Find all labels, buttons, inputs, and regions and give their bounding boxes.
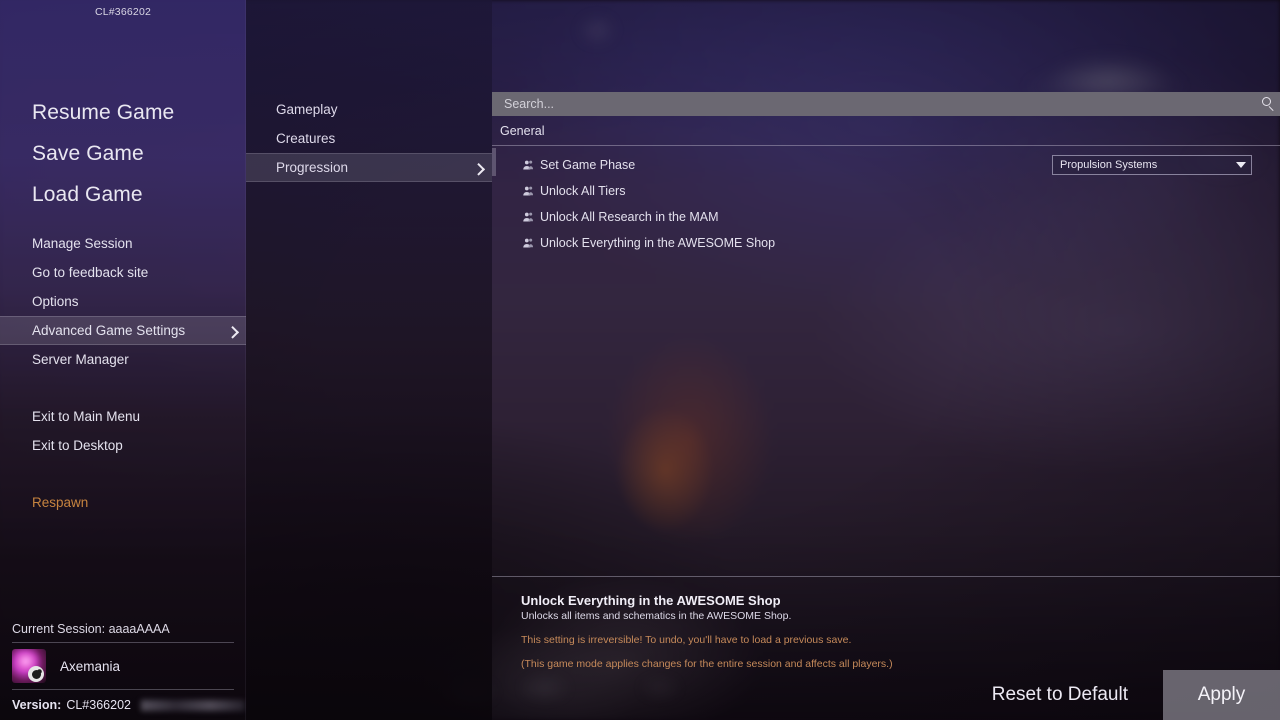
setting-description-panel: Unlock Everything in the AWESOME Shop Un… — [521, 593, 1261, 670]
resume-game-button[interactable]: Resume Game — [0, 92, 246, 133]
sidebar-item-label: Exit to Desktop — [32, 438, 123, 453]
sidebar-item-label: Exit to Main Menu — [32, 409, 141, 424]
description-subtitle: Unlocks all items and schematics in the … — [521, 610, 792, 622]
divider — [492, 145, 1280, 146]
description-title: Unlock Everything in the AWESOME Shop — [521, 593, 781, 608]
menu-spacer — [0, 474, 246, 488]
save-game-button[interactable]: Save Game — [0, 133, 246, 174]
description-warning: This setting is irreversible! To undo, y… — [521, 634, 852, 646]
advanced-game-settings-screen: CL#366202 Resume Game Save Game Load Gam… — [0, 0, 1280, 720]
version-row: Version: CL#366202 — [0, 690, 246, 720]
subnav-item-label: Creatures — [276, 131, 336, 146]
setting-label: Set Game Phase — [540, 158, 636, 172]
sidebar-item-advanced-game-settings[interactable]: Advanced Game Settings — [0, 316, 246, 345]
sidebar-item-respawn[interactable]: Respawn — [0, 488, 246, 517]
menu-spacer — [0, 388, 246, 402]
sidebar-item-server-manager[interactable]: Server Manager — [0, 345, 246, 374]
search-icon[interactable] — [1262, 97, 1271, 106]
setting-label: Unlock All Tiers — [540, 184, 626, 198]
subnav-item-label: Gameplay — [276, 102, 338, 117]
sidebar-item-label: Go to feedback site — [32, 265, 149, 280]
version-label: Version: — [12, 698, 62, 712]
version-value: CL#366202 — [66, 698, 131, 712]
pause-menu-sidebar: CL#366202 Resume Game Save Game Load Gam… — [0, 0, 246, 720]
version-extra-blurred-text — [140, 699, 245, 711]
sidebar-item-feedback-site[interactable]: Go to feedback site — [0, 258, 246, 287]
sidebar-item-label: Advanced Game Settings — [32, 323, 186, 338]
current-session-label: Current Session: aaaaAAAA — [12, 622, 170, 636]
primary-menu: Resume Game Save Game Load Game Manage S… — [0, 92, 246, 517]
search-placeholder: Search... — [504, 97, 555, 111]
chevron-right-icon — [226, 325, 240, 339]
sidebar-item-options[interactable]: Options — [0, 287, 246, 316]
search-input[interactable]: Search... — [492, 92, 1280, 116]
chevron-down-icon — [1236, 162, 1246, 168]
setting-row-unlock-all-research-mam[interactable]: Unlock All Research in the MAM — [492, 204, 1280, 230]
game-phase-dropdown[interactable]: Propulsion Systems — [1052, 155, 1252, 175]
chevron-right-icon — [472, 162, 486, 176]
reset-to-default-button[interactable]: Reset to Default — [992, 684, 1128, 706]
subnav-item-gameplay[interactable]: Gameplay — [246, 95, 492, 124]
setting-label: Unlock Everything in the AWESOME Shop — [540, 236, 776, 250]
sidebar-item-label: Server Manager — [32, 352, 129, 367]
subnav-item-label: Progression — [276, 160, 349, 175]
menu-spacer — [0, 215, 246, 229]
steam-icon — [28, 666, 44, 682]
settings-rows: Set Game Phase Propulsion Systems Unlock… — [492, 152, 1280, 256]
dropdown-selected-value: Propulsion Systems — [1060, 159, 1158, 171]
sidebar-item-label: Respawn — [32, 495, 89, 510]
load-game-button[interactable]: Load Game — [0, 174, 246, 215]
subnav-item-creatures[interactable]: Creatures — [246, 124, 492, 153]
multiplayer-icon — [523, 186, 534, 196]
build-id-label: CL#366202 — [94, 6, 152, 18]
sidebar-item-manage-session[interactable]: Manage Session — [0, 229, 246, 258]
player-name-label: Axemania — [60, 658, 121, 674]
player-row[interactable]: Axemania — [0, 643, 246, 689]
divider — [492, 576, 1280, 577]
multiplayer-icon — [523, 238, 534, 248]
sidebar-item-exit-to-main-menu[interactable]: Exit to Main Menu — [0, 402, 246, 431]
apply-button[interactable]: Apply — [1163, 670, 1280, 720]
sidebar-item-label: Options — [32, 294, 79, 309]
settings-category-nav: Gameplay Creatures Progression — [246, 0, 492, 720]
setting-row-unlock-awesome-shop[interactable]: Unlock Everything in the AWESOME Shop — [492, 230, 1280, 256]
setting-row-set-game-phase[interactable]: Set Game Phase Propulsion Systems — [492, 152, 1280, 178]
multiplayer-icon — [523, 212, 534, 222]
avatar — [12, 649, 46, 683]
subnav-item-progression[interactable]: Progression — [246, 153, 492, 182]
description-note: (This game mode applies changes for the … — [521, 658, 893, 670]
sidebar-item-label: Manage Session — [32, 236, 133, 251]
sidebar-item-exit-to-desktop[interactable]: Exit to Desktop — [0, 431, 246, 460]
setting-row-unlock-all-tiers[interactable]: Unlock All Tiers — [492, 178, 1280, 204]
multiplayer-icon — [523, 160, 534, 170]
settings-category-list: Gameplay Creatures Progression — [246, 95, 492, 182]
setting-label: Unlock All Research in the MAM — [540, 210, 719, 224]
session-info-block: Current Session: aaaaAAAA Axemania Versi… — [0, 622, 246, 720]
section-header-general: General — [500, 124, 545, 138]
menu-spacer — [0, 374, 246, 388]
menu-spacer — [0, 460, 246, 474]
